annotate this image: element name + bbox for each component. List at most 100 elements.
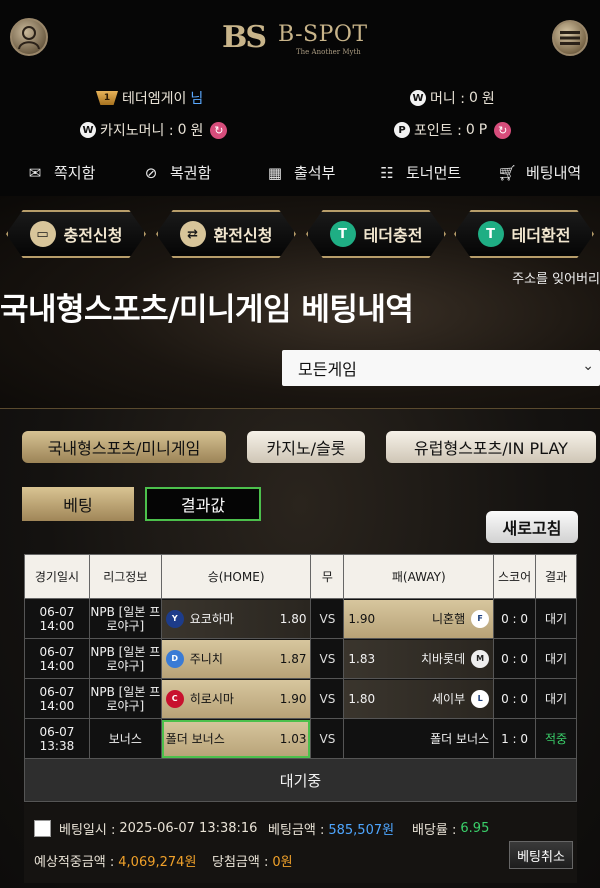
bet-amount-label: 베팅금액 : (268, 823, 325, 838)
nav-tournament[interactable]: ☷ 토너먼트 (376, 162, 461, 183)
withdraw-request-label: 환전신청 (213, 226, 273, 245)
away-odds: 1.80 (348, 691, 376, 706)
team-logo-icon: M (471, 649, 490, 668)
tab-casino-slot[interactable]: 카지노/슬롯 (247, 431, 365, 463)
row-result: 대기 (535, 638, 577, 679)
top-bar: BS B-SPOT The Another Myth (0, 0, 600, 80)
home-team: 요코하마 (189, 612, 234, 626)
envelope-icon: ✉ (28, 163, 42, 182)
casino-money-row: W 카지노머니 : 0 원 ↻ (80, 120, 228, 140)
bet-time-value: 2025-06-07 13:38:16 (119, 821, 258, 836)
home-odds: 1.90 (279, 691, 307, 706)
nav-lottery[interactable]: ⊘ 복권함 (140, 162, 212, 183)
tab-casino-slot-label: 카지노/슬롯 (266, 439, 346, 458)
row-league-line1: NPB [일본 프 (90, 644, 161, 659)
row-date: 06-07 (39, 604, 75, 619)
menu-icon (560, 31, 580, 45)
away-cell: 폴더 보너스 (343, 718, 495, 759)
col-header-away: 패(AWAY) (343, 554, 495, 599)
row-league-line1: 보너스 (108, 731, 142, 746)
user-profile-button[interactable] (10, 18, 48, 56)
site-logo[interactable]: BS B-SPOT The Another Myth (222, 18, 382, 62)
user-honorific: 님 (190, 91, 204, 107)
point-row: P 포인트 : 0 P ↻ (394, 120, 512, 140)
row-datetime: 06-07 14:00 (24, 678, 90, 719)
tether-withdraw-button[interactable]: T 테더환전 (454, 210, 594, 258)
logo-mark: BS (222, 20, 267, 55)
point-icon: P (394, 122, 410, 138)
subtab-result[interactable]: 결과값 (145, 487, 261, 521)
cart-icon: 🛒︎ (497, 163, 517, 182)
home-cell: Y 요코하마 1.80 (160, 598, 312, 639)
hamburger-menu-button[interactable] (552, 20, 588, 56)
tournament-icon: ☷ (380, 163, 394, 182)
tab-euro-sports[interactable]: 유럽형스포츠/IN PLAY (386, 431, 596, 463)
col-header-league: 리그정보 (88, 554, 162, 599)
table-header-row: 경기일시 리그정보 승(HOME) 무 패(AWAY) 스코어 결과 (24, 554, 577, 599)
refresh-button[interactable]: 새로고침 (486, 511, 578, 543)
away-odds: 1.90 (348, 611, 376, 626)
away-pick: 폴더 보너스 (344, 719, 494, 758)
draw-cell: VS (310, 638, 345, 679)
away-pick-selected: 1.90 니혼햄 F (344, 599, 494, 638)
calendar-icon: ▦ (267, 163, 283, 182)
home-cell: D 주니치 1.87 (160, 638, 312, 679)
home-pick: Y 요코하마 1.80 (161, 599, 311, 638)
money-row: W 머니 : 0 원 (410, 88, 495, 108)
row-score: 0 : 0 (493, 678, 537, 719)
home-pick-selected: 폴더 보너스 1.03 (161, 719, 311, 758)
user-name-row: 1 테더엠게이 님 (96, 88, 203, 108)
game-filter-select[interactable]: 모든게임 ⌄ (282, 350, 600, 386)
exchange-icon: ⇄ (179, 221, 206, 247)
deposit-request-button[interactable]: ▭ 충전신청 (6, 210, 146, 258)
bet-time-row: 베팅일시 : 2025-06-07 13:38:16 (34, 819, 257, 838)
user-icon (18, 26, 40, 49)
table-row: 06-07 14:00 NPB [일본 프 로야구] D 주니치 1.87 VS (24, 638, 577, 679)
quick-nav: ✉ 쪽지함 ⊘ 복권함 ▦ 출석부 ☷ 토너먼트 🛒︎ 베팅내역 (0, 152, 600, 196)
row-time: 14:00 (39, 698, 75, 713)
tether-deposit-button[interactable]: T 테더충전 (306, 210, 446, 258)
row-datetime: 06-07 13:38 (24, 718, 90, 759)
casino-money-icon: W (80, 122, 96, 138)
logo-tagline: The Another Myth (296, 48, 361, 56)
subtab-result-label: 결과값 (180, 496, 226, 515)
team-logo-icon: C (165, 689, 184, 708)
home-odds: 1.80 (279, 611, 307, 626)
tether-deposit-label: 테더충전 (363, 226, 423, 245)
bet-table: 경기일시 리그정보 승(HOME) 무 패(AWAY) 스코어 결과 06-07… (24, 554, 577, 759)
casino-refresh-icon[interactable]: ↻ (210, 121, 228, 139)
cancel-bet-button[interactable]: 베팅취소 (509, 841, 573, 869)
point-refresh-icon[interactable]: ↻ (494, 121, 512, 139)
bet-status-bar: 대기중 (24, 758, 577, 802)
bet-status: 대기중 (279, 771, 322, 790)
row-league: NPB [일본 프 로야구] (88, 678, 162, 719)
chevron-down-icon: ⌄ (582, 358, 594, 374)
deposit-request-label: 충전신청 (63, 226, 123, 245)
withdraw-request-button[interactable]: ⇄ 환전신청 (156, 210, 296, 258)
draw-cell: VS (310, 678, 345, 719)
away-pick: 1.80 세이부 L (344, 679, 494, 718)
subtab-bet[interactable]: 베팅 (22, 487, 134, 521)
tab-domestic-sports-label: 국내형스포츠/미니게임 (47, 439, 201, 458)
row-time: 14:00 (39, 658, 75, 673)
away-team: 니혼햄 (432, 612, 466, 626)
row-time: 13:38 (39, 738, 75, 753)
wallet-icon: ▭ (29, 221, 56, 247)
select-checkbox[interactable] (34, 820, 51, 837)
nav-messages[interactable]: ✉ 쪽지함 (24, 162, 96, 183)
home-team: 폴더 보너스 (165, 732, 225, 746)
col-header-date: 경기일시 (24, 554, 90, 599)
nav-attendance-label: 출석부 (294, 164, 336, 182)
casino-money-unit: 원 (190, 123, 204, 139)
nav-lottery-label: 복권함 (170, 164, 212, 182)
draw-cell: VS (310, 598, 345, 639)
casino-money-label: 카지노머니 : (100, 123, 174, 139)
ticket-icon: ⊘ (144, 163, 158, 182)
draw-cell: VS (310, 718, 345, 759)
tab-domestic-sports[interactable]: 국내형스포츠/미니게임 (22, 431, 226, 463)
nav-attendance[interactable]: ▦ 출석부 (264, 162, 336, 183)
money-icon: W (410, 90, 426, 106)
row-datetime: 06-07 14:00 (24, 638, 90, 679)
row-league-line2: 로야구] (106, 698, 145, 713)
nav-bet-history[interactable]: 🛒︎ 베팅내역 (496, 162, 581, 183)
